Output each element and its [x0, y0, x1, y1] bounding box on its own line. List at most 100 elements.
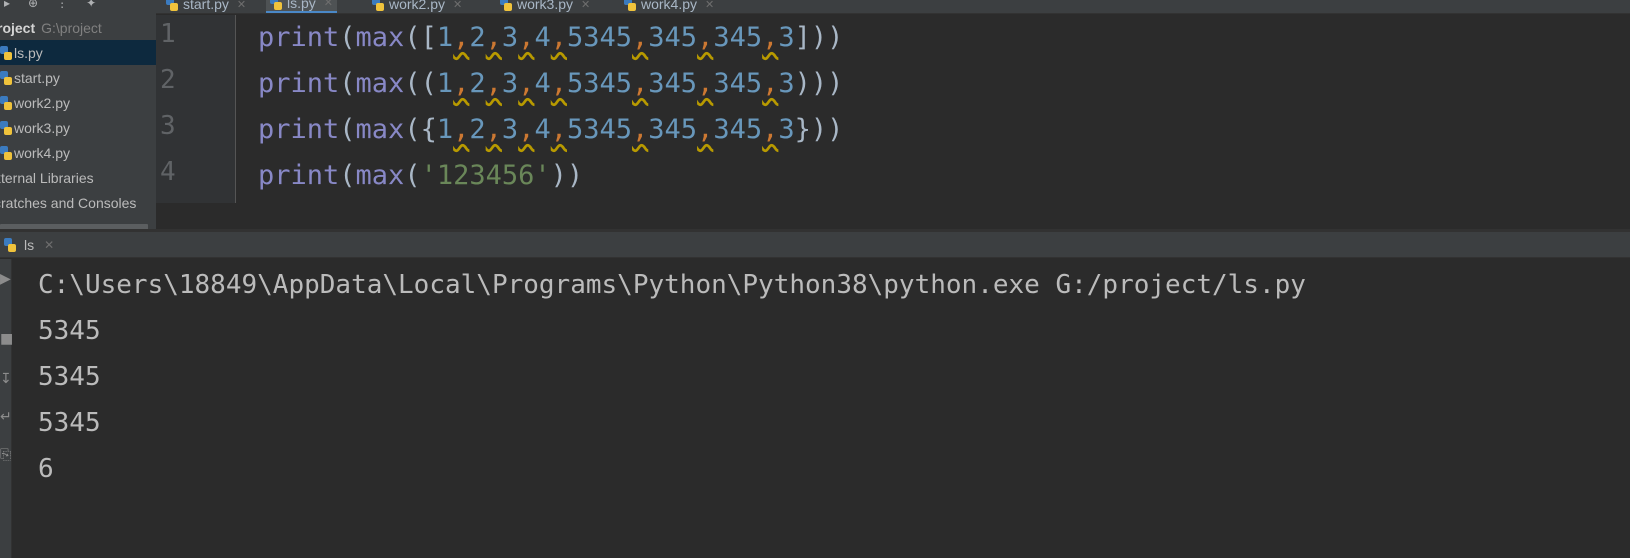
- tree-file-label: start.py: [14, 69, 60, 86]
- line-number: 1: [160, 19, 176, 49]
- locate-icon[interactable]: ⊕: [28, 0, 38, 10]
- code-punctuation: (: [420, 68, 437, 99]
- tab-label: work4.py: [641, 0, 698, 12]
- code-comma: ,: [762, 114, 779, 145]
- code-number: 345: [648, 114, 698, 145]
- code-comma: ,: [550, 22, 567, 53]
- code-punctuation: ): [810, 22, 828, 53]
- code-line[interactable]: print(max((1,2,3,4,5345,345,345,3))): [258, 61, 843, 107]
- tree-file-work4[interactable]: work4.py: [0, 140, 156, 165]
- code-comma: ,: [453, 114, 470, 145]
- code-comma: ,: [485, 68, 502, 99]
- project-panel: ▸ ⊕ ⋮ ✦ roject G:\project ls.py start.py…: [0, 0, 156, 236]
- code-comma: ,: [518, 22, 535, 53]
- project-root[interactable]: roject G:\project: [0, 15, 156, 40]
- tree-external-libraries[interactable]: xternal Libraries: [0, 165, 156, 190]
- scroll-to-end-icon[interactable]: ↧: [0, 371, 12, 387]
- code-number: 345: [713, 22, 763, 53]
- options-icon[interactable]: ⋮: [56, 0, 68, 10]
- line-number-gutter: 1 2 3 4: [156, 15, 236, 203]
- code-number: 345: [648, 68, 698, 99]
- code-comma: ,: [632, 68, 649, 99]
- code-number: 3: [778, 114, 795, 145]
- close-icon[interactable]: ✕: [44, 238, 54, 252]
- tree-file-label: ls.py: [14, 44, 43, 61]
- close-icon[interactable]: ✕: [237, 0, 246, 11]
- settings-icon[interactable]: ✦: [86, 0, 96, 10]
- tree-scratches[interactable]: cratches and Consoles: [0, 190, 156, 215]
- code-builtin: max: [355, 160, 405, 191]
- tab-label: start.py: [183, 0, 229, 12]
- code-punctuation: [: [420, 22, 437, 53]
- code-number: 345: [713, 68, 763, 99]
- tree-item-label: cratches and Consoles: [0, 194, 137, 211]
- run-tab-label: ls: [24, 236, 35, 253]
- tree-file-label: work3.py: [14, 119, 71, 136]
- code-comma: ,: [518, 114, 535, 145]
- stop-icon[interactable]: ■: [0, 331, 12, 347]
- code-builtin: print: [258, 160, 340, 191]
- tree-file-start[interactable]: start.py: [0, 65, 156, 90]
- code-comma: ,: [697, 22, 714, 53]
- code-comma: ,: [697, 114, 714, 145]
- close-icon[interactable]: ✕: [324, 0, 333, 9]
- tab-label: work2.py: [389, 0, 446, 12]
- code-punctuation: ): [566, 160, 584, 191]
- print-icon[interactable]: ⎘: [0, 447, 12, 463]
- tab-work3-py[interactable]: work3.py ✕: [500, 0, 590, 13]
- code-builtin: print: [258, 114, 340, 145]
- editor-bottom-area: [156, 203, 1630, 229]
- close-icon[interactable]: ✕: [581, 0, 590, 11]
- tree-file-work3[interactable]: work3.py: [0, 115, 156, 140]
- code-editor[interactable]: print(max([1,2,3,4,5345,345,345,3])) pri…: [258, 15, 1630, 203]
- code-punctuation: ): [810, 114, 828, 145]
- code-comma: ,: [550, 68, 567, 99]
- tab-work4-py[interactable]: work4.py ✕: [624, 0, 714, 13]
- tree-file-work2[interactable]: work2.py: [0, 90, 156, 115]
- code-punctuation: (: [339, 114, 356, 145]
- code-number: 5345: [566, 114, 633, 145]
- python-file-icon: [372, 0, 384, 11]
- code-number: 3: [501, 68, 519, 99]
- code-builtin: max: [355, 68, 405, 99]
- code-line[interactable]: print(max('123456')): [258, 153, 583, 199]
- python-file-icon: [0, 70, 12, 85]
- code-number: 3: [501, 22, 519, 53]
- tree-file-ls[interactable]: ls.py: [0, 40, 156, 65]
- tree-file-label: work2.py: [14, 94, 71, 111]
- code-punctuation: (: [339, 22, 356, 53]
- python-file-icon: [166, 0, 178, 11]
- python-file-icon: [0, 95, 12, 110]
- tab-start-py[interactable]: start.py ✕: [166, 0, 246, 13]
- code-punctuation: (: [339, 160, 356, 191]
- python-file-icon: [500, 0, 512, 11]
- code-punctuation: ): [810, 68, 828, 99]
- run-tab-ls[interactable]: ls ✕: [4, 232, 54, 257]
- rerun-icon[interactable]: ▶: [0, 271, 12, 287]
- tab-ls-py[interactable]: ls.py ✕: [266, 0, 338, 13]
- python-file-icon: [0, 45, 12, 60]
- code-punctuation: {: [420, 114, 437, 145]
- run-console-output[interactable]: C:\Users\18849\AppData\Local\Programs\Py…: [38, 262, 1618, 552]
- code-number: 345: [713, 114, 763, 145]
- close-icon[interactable]: ✕: [705, 0, 714, 11]
- code-number: 4: [534, 22, 551, 53]
- code-comma: ,: [632, 114, 649, 145]
- console-command-line: C:\Users\18849\AppData\Local\Programs\Py…: [38, 270, 1306, 300]
- code-line[interactable]: print(max([1,2,3,4,5345,345,345,3])): [258, 15, 843, 61]
- line-number: 2: [160, 65, 176, 95]
- close-icon[interactable]: ✕: [453, 0, 462, 11]
- collapse-icon[interactable]: ▸: [4, 0, 10, 10]
- soft-wrap-icon[interactable]: ↵: [0, 409, 12, 425]
- run-tab-bar: ls ✕: [0, 232, 1630, 258]
- code-punctuation: ): [794, 68, 811, 99]
- code-comma: ,: [762, 22, 779, 53]
- code-comma: ,: [453, 68, 470, 99]
- code-line[interactable]: print(max({1,2,3,4,5345,345,345,3})): [258, 107, 843, 153]
- line-number: 4: [160, 157, 176, 187]
- code-string: '123456': [420, 160, 551, 191]
- tree-file-label: work4.py: [14, 144, 71, 161]
- console-output-line: 5345: [38, 316, 101, 346]
- project-tree: roject G:\project ls.py start.py work2.p…: [0, 15, 156, 215]
- tab-work2-py[interactable]: work2.py ✕: [372, 0, 462, 13]
